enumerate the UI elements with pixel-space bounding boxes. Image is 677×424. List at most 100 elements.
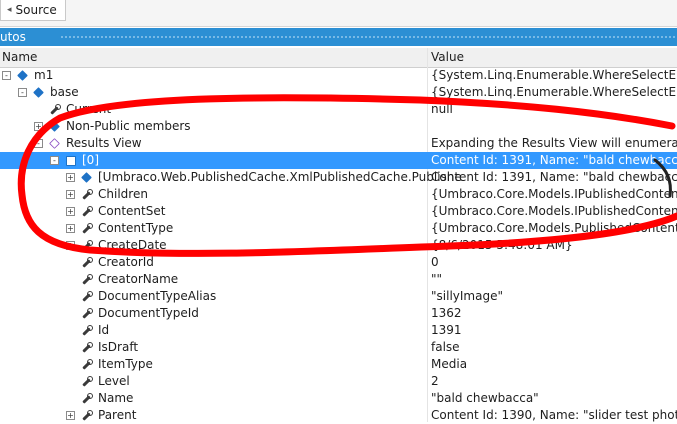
wrench-icon [80, 375, 93, 388]
tree-row[interactable]: Current null [0, 101, 677, 118]
wrench-icon [48, 103, 61, 116]
expand-icon[interactable]: + [66, 190, 75, 199]
purple-cube-icon [48, 137, 61, 150]
row-value: 2 [431, 374, 439, 388]
row-name: Children [98, 187, 148, 201]
tree-row[interactable]: DocumentTypeAlias "sillyImage" [0, 288, 677, 305]
row-name: IsDraft [98, 340, 139, 354]
wrench-icon [80, 222, 93, 235]
row-value: "" [431, 272, 443, 286]
row-value: Media [431, 357, 468, 371]
tree-row[interactable]: CreatorId 0 [0, 254, 677, 271]
wrench-icon [80, 307, 93, 320]
wrench-icon [80, 273, 93, 286]
cube-icon [32, 86, 45, 99]
row-name: [Umbraco.Web.PublishedCache.XmlPublished… [98, 170, 462, 184]
wrench-icon [80, 239, 93, 252]
source-tab[interactable]: ◂ Source [0, 0, 66, 21]
wrench-icon [80, 358, 93, 371]
row-value: 1362 [431, 306, 462, 320]
tree-row[interactable]: + Parent Content Id: 1390, Name: "slider t… [0, 407, 677, 424]
wrench-icon [80, 341, 93, 354]
tree-row[interactable]: + ContentSet {Umbraco.Core.Models.IPublish… [0, 203, 677, 220]
row-value: "bald chewbacca" [431, 391, 539, 405]
tree-row[interactable]: ItemType Media [0, 356, 677, 373]
row-name: base [50, 85, 79, 99]
row-value: null [431, 102, 453, 116]
row-value: 0 [431, 255, 439, 269]
row-name: CreatorName [98, 272, 179, 286]
document-tab-strip: ◂ Source [0, 0, 677, 27]
row-value: "sillyImage" [431, 289, 503, 303]
row-value: {8/6/2015 5:48:01 AM} [431, 238, 573, 252]
tree-row[interactable]: DocumentTypeId 1362 [0, 305, 677, 322]
expand-icon[interactable]: + [66, 224, 75, 233]
row-name: DocumentTypeAlias [98, 289, 217, 303]
source-tab-label: Source [15, 3, 57, 17]
row-name: ContentType [98, 221, 174, 235]
tree-row[interactable]: - m1 {System.Linq.Enumerable.WhereSelectEn… [0, 67, 677, 84]
row-name: ItemType [98, 357, 153, 371]
row-value: {System.Linq.Enumerable.WhereSelectEnume… [431, 68, 677, 82]
tree-row[interactable]: CreatorName "" [0, 271, 677, 288]
expand-icon[interactable]: + [66, 173, 75, 182]
row-name: ContentSet [98, 204, 166, 218]
tree-row[interactable]: - base {System.Linq.Enumerable.WhereSelect… [0, 84, 677, 101]
column-header-row: Name Value [0, 48, 677, 68]
wrench-icon [80, 188, 93, 201]
row-value: Expanding the Results View will enumerat… [431, 136, 677, 150]
tree-row[interactable]: + [Umbraco.Web.PublishedCache.XmlPublishe… [0, 169, 677, 186]
expand-icon[interactable]: + [66, 241, 75, 250]
row-value: 1391 [431, 323, 462, 337]
tree-row[interactable]: - [0] Content Id: 1391, Name: "bald chewba… [0, 152, 677, 169]
expand-icon[interactable]: + [34, 122, 43, 131]
row-name: DocumentTypeId [98, 306, 199, 320]
row-value: {Umbraco.Core.Models.IPublishedContent[0… [431, 187, 677, 201]
row-name: [0] [82, 153, 99, 167]
row-name: Id [98, 323, 110, 337]
cube-icon [80, 171, 93, 184]
chevron-left-icon: ◂ [7, 5, 12, 15]
panel-title: utos [0, 30, 26, 44]
collapse-icon[interactable]: - [50, 156, 59, 165]
row-value: {Umbraco.Core.Models.IPublishedContent[4… [431, 204, 677, 218]
tree-row[interactable]: + ContentType {Umbraco.Core.Models.Publish… [0, 220, 677, 237]
tree-row[interactable]: Name "bald chewbacca" [0, 390, 677, 407]
tree-row[interactable]: - Results View Expanding the Results View … [0, 135, 677, 152]
row-name: CreatorId [98, 255, 154, 269]
expand-icon[interactable]: + [66, 411, 75, 420]
tree-row[interactable]: + Children {Umbraco.Core.Models.IPublished… [0, 186, 677, 203]
tree-row[interactable]: + Non-Public members [0, 118, 677, 135]
row-value: Content Id: 1391, Name: "bald chewbacca" [431, 153, 677, 167]
row-value: Content Id: 1390, Name: "slider test pho… [431, 408, 677, 422]
wrench-icon [80, 256, 93, 269]
name-column-header[interactable]: Name [0, 48, 37, 67]
cube-icon [16, 69, 29, 82]
wrench-icon [80, 324, 93, 337]
autos-panel-title-bar[interactable]: utos [0, 28, 677, 46]
tree-row[interactable]: IsDraft false [0, 339, 677, 356]
row-name: Level [98, 374, 130, 388]
row-name: Current [66, 102, 112, 116]
tree-row[interactable]: Level 2 [0, 373, 677, 390]
row-name: Non-Public members [66, 119, 191, 133]
collapse-icon[interactable]: - [2, 71, 11, 80]
box-icon [64, 154, 77, 167]
wrench-icon [80, 409, 93, 422]
row-name: Name [98, 391, 134, 405]
tree-row[interactable]: Id 1391 [0, 322, 677, 339]
wrench-icon [80, 290, 93, 303]
value-column-header[interactable]: Value [429, 48, 464, 67]
row-value: Content Id: 1391, Name: "bald chewbacca" [431, 170, 677, 184]
collapse-icon[interactable]: - [34, 139, 43, 148]
row-name: m1 [34, 68, 54, 82]
collapse-icon[interactable]: - [18, 88, 27, 97]
expand-icon[interactable]: + [66, 207, 75, 216]
grip-dots [60, 35, 677, 39]
cube-icon [48, 120, 61, 133]
row-name: CreateDate [98, 238, 167, 252]
wrench-icon [80, 392, 93, 405]
row-value: false [431, 340, 460, 354]
row-name: Parent [98, 408, 137, 422]
tree-row[interactable]: + CreateDate {8/6/2015 5:48:01 AM} [0, 237, 677, 254]
